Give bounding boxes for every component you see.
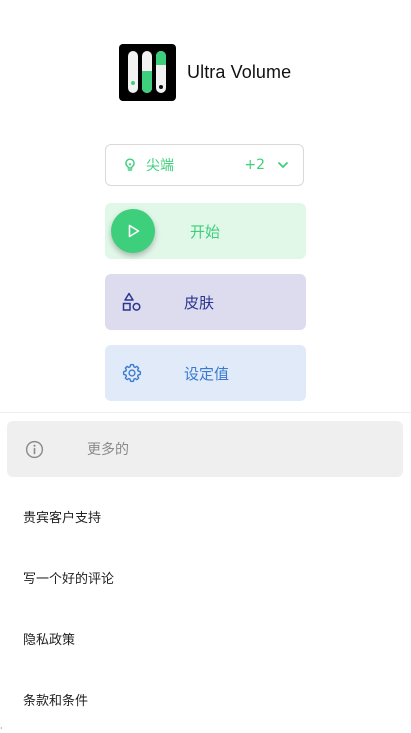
menu-item-terms[interactable]: 条款和条件 [23,690,88,709]
skin-button[interactable]: 皮肤 [105,274,306,330]
divider [0,412,411,413]
settings-label: 设定值 [184,364,230,383]
corner-mark: · [0,724,3,733]
start-label: 开始 [190,222,221,241]
tip-label: 尖端 [146,158,174,174]
play-icon[interactable] [111,209,155,253]
more-label: 更多的 [87,442,129,458]
logo-slider-3 [156,51,166,93]
logo-slider-1 [128,51,138,93]
app-header: Ultra Volume [119,44,291,101]
app-title: Ultra Volume [187,62,292,82]
menu-item-write-review[interactable]: 写一个好的评论 [23,568,114,587]
start-button[interactable]: 开始 [105,203,306,259]
menu-item-privacy-policy[interactable]: 隐私政策 [23,629,75,648]
more-button[interactable]: 更多的 [7,421,403,477]
info-icon [25,440,44,459]
app-logo [119,44,176,101]
menu-item-vip-support[interactable]: 贵宾客户支持 [23,507,101,526]
shapes-icon [122,292,142,312]
tip-count-badge: +2 [244,157,265,173]
chevron-down-icon[interactable] [277,159,289,171]
logo-slider-2 [142,51,152,93]
bulb-icon [122,157,138,173]
gear-icon [121,362,143,384]
tip-selector[interactable]: 尖端 +2 [105,144,304,186]
skin-label: 皮肤 [184,293,215,312]
settings-button[interactable]: 设定值 [105,345,306,401]
